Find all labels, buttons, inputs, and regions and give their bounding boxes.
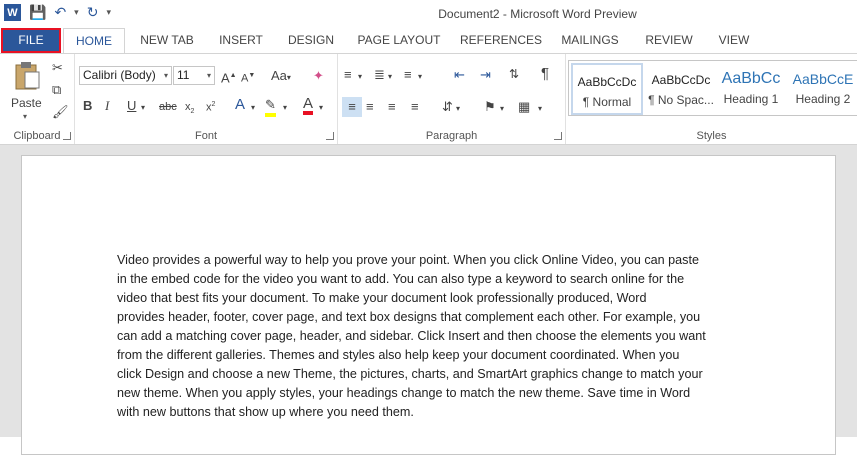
style-heading-1-name: Heading 1 [723,92,779,106]
paragraph-group: ≡ ▾ ≣ ▾ ≡ ▾ ⇤ ⇥ ⇅ ¶ ≡ ≡ ≡ ≡ ⇵ ▾ ⚑ ▾ ▦ ▾ … [338,54,566,144]
increase-indent-icon[interactable]: ⇥ [480,67,491,83]
tab-home[interactable]: HOME [63,28,125,54]
underline-icon[interactable]: U [127,98,136,114]
font-name-combobox[interactable]: Calibri (Body) ▾ [79,66,172,85]
style-heading-2[interactable]: AaBbCcE Heading 2 [787,63,857,115]
borders-icon[interactable]: ▦ [518,99,530,115]
paragraph-line: can add a matching cover page, header, a… [117,329,706,343]
paste-button[interactable]: Paste ▾ [8,58,46,122]
font-name-value: Calibri (Body) [83,68,156,82]
shading-icon[interactable]: ⚑ [484,99,496,115]
borders-dropdown-icon[interactable]: ▾ [538,101,542,117]
line-spacing-icon[interactable]: ⇵ [442,99,453,115]
justify-icon[interactable]: ≡ [411,99,419,115]
title-bar: W 💾 ↶ ▾ ↻ ▾ Document2 - Microsoft Word P… [0,0,857,28]
tab-file[interactable]: FILE [1,28,61,53]
paragraph-line: click Design and choose a new Theme, the… [117,367,703,381]
document-page[interactable]: Video provides a powerful way to help yo… [21,155,836,455]
paragraph-dialog-launcher-icon[interactable] [554,132,562,140]
shading-dropdown-icon[interactable]: ▾ [500,101,504,117]
change-case-icon[interactable]: Aa▾ [271,68,291,86]
paste-dropdown-icon: ▾ [23,112,28,121]
sort-icon[interactable]: ⇅ [509,66,519,82]
style-no-spacing-sample: AaBbCcDc [651,73,711,87]
paragraph-line: in the embed code for the video you want… [117,272,685,286]
tab-design[interactable]: DESIGN [281,28,341,53]
paste-label: Paste [11,96,42,110]
ribbon: Paste ▾ ✂ ⧉ 🖌 Clipboard Calibri (Body) ▾… [0,53,857,145]
italic-icon[interactable]: I [105,98,109,114]
tab-references[interactable]: REFERENCES [458,28,544,53]
paragraph-line: from the different galleries. Themes and… [117,348,680,362]
font-size-value: 11 [177,68,190,82]
numbering-icon[interactable]: ≣ [374,67,385,83]
copy-icon[interactable]: ⧉ [52,82,61,98]
paragraph-line: new theme. When you apply styles, your h… [117,386,691,400]
styles-group-label: Styles [696,130,727,142]
multilevel-list-icon[interactable]: ≡ [404,67,412,83]
show-formatting-marks-icon[interactable]: ¶ [541,66,549,82]
underline-dropdown-icon[interactable]: ▾ [141,100,145,116]
decrease-indent-icon[interactable]: ⇤ [454,67,465,83]
shrink-font-icon[interactable]: A▼ [241,68,255,87]
tab-new-tab[interactable]: NEW TAB [132,28,202,53]
paragraph-line: with new buttons that show up where you … [117,405,414,419]
text-effects-dropdown-icon[interactable]: ▾ [251,100,255,116]
body-paragraph[interactable]: Video provides a powerful way to help yo… [117,251,744,422]
clear-formatting-icon[interactable]: ✦ [313,68,324,84]
tab-mailings[interactable]: MAILINGS [555,28,625,53]
grow-font-icon[interactable]: A▲ [221,68,237,86]
highlight-dropdown-icon[interactable]: ▾ [283,100,287,116]
highlight-color-icon[interactable]: ✎ [265,97,276,117]
clipboard-dialog-launcher-icon[interactable] [63,132,71,140]
font-size-combobox[interactable]: 11 ▾ [173,66,215,85]
style-heading-1[interactable]: AaBbCc Heading 1 [715,63,787,115]
style-heading-2-name: Heading 2 [795,92,851,106]
bold-icon[interactable]: B [83,98,92,114]
style-no-spacing[interactable]: AaBbCcDc ¶ No Spac... [645,63,717,115]
font-color-dropdown-icon[interactable]: ▾ [319,100,323,116]
bullets-dropdown-icon[interactable]: ▾ [358,69,362,85]
style-heading-2-sample: AaBbCcE [792,71,854,87]
font-color-icon[interactable]: A [303,96,314,115]
subscript-icon[interactable]: x2 [185,99,194,120]
font-group-label: Font [194,130,217,142]
tab-review[interactable]: REVIEW [640,28,698,53]
style-no-spacing-name: ¶ No Spac... [648,93,714,107]
bullets-icon[interactable]: ≡ [344,67,352,83]
paragraph-line: provides header, footer, cover page, and… [117,310,701,324]
font-name-dropdown-icon: ▾ [163,71,168,80]
styles-gallery: AaBbCcDc ¶ Normal AaBbCcDc ¶ No Spac... … [568,60,857,116]
paragraph-line: Video provides a powerful way to help yo… [117,253,699,267]
font-group: Calibri (Body) ▾ 11 ▾ A▲ A▼ Aa▾ ✦ B I U … [75,54,338,144]
font-dialog-launcher-icon[interactable] [326,132,334,140]
style-normal[interactable]: AaBbCcDc ¶ Normal [571,63,643,115]
style-normal-name: ¶ Normal [582,95,632,109]
strikethrough-icon[interactable]: abc [159,99,177,115]
multilevel-dropdown-icon[interactable]: ▾ [418,69,422,85]
clipboard-group: Paste ▾ ✂ ⧉ 🖌 Clipboard [0,54,75,144]
ribbon-tabs: FILE HOME NEW TAB INSERT DESIGN PAGE LAY… [0,28,857,54]
paste-icon [15,62,40,90]
tab-page-layout[interactable]: PAGE LAYOUT [353,28,445,53]
style-heading-1-sample: AaBbCc [721,70,781,87]
format-painter-icon[interactable]: 🖌 [52,104,69,120]
tab-view[interactable]: VIEW [710,28,758,53]
document-area: Video provides a powerful way to help yo… [0,145,857,455]
cut-icon[interactable]: ✂ [52,60,63,76]
align-center-icon[interactable]: ≡ [366,99,374,115]
numbering-dropdown-icon[interactable]: ▾ [388,69,392,85]
superscript-icon[interactable]: x2 [206,97,215,116]
line-spacing-dropdown-icon[interactable]: ▾ [456,101,460,117]
text-effects-icon[interactable]: A [235,97,245,113]
paragraph-line: video that best fits your document. To m… [117,291,647,305]
font-size-dropdown-icon: ▾ [206,71,211,80]
align-right-icon[interactable]: ≡ [388,99,396,115]
align-left-icon[interactable]: ≡ [342,97,362,117]
style-normal-sample: AaBbCcDc [577,75,637,89]
paragraph-group-label: Paragraph [425,130,478,142]
tab-insert[interactable]: INSERT [213,28,269,53]
window-title: Document2 - Microsoft Word Preview [438,7,637,21]
